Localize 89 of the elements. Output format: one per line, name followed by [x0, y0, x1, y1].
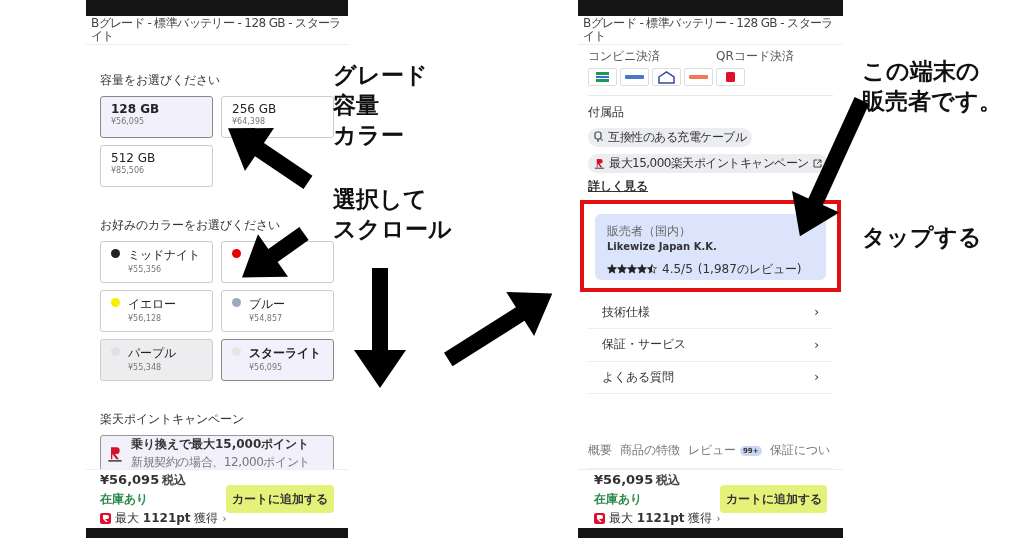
- payment-title: QRコード決済: [716, 48, 795, 65]
- star-icon: [607, 264, 617, 275]
- option-price: ¥55,356: [128, 265, 163, 274]
- option-price: ¥56,128: [128, 314, 163, 323]
- point-icon: [594, 157, 605, 169]
- section-title: 容量をお選びください: [100, 72, 221, 89]
- chevron: ›: [814, 337, 819, 352]
- link-label: 技術仕様: [602, 303, 650, 321]
- campaign-note: 新規契約の場合、12,000ポイント: [131, 454, 310, 469]
- option-label: スターライト: [249, 345, 321, 362]
- option-label: ブルー: [249, 296, 285, 313]
- point-icon: [594, 512, 605, 524]
- annotation-text: タップする: [862, 223, 982, 252]
- payment-icon: [588, 68, 617, 86]
- option-label: 256 GB: [232, 102, 277, 116]
- price: ¥56,095: [594, 471, 654, 487]
- star-icon: [617, 264, 627, 275]
- seller-card[interactable]: 販売者（国内） Likewize Japan K.K. 4.5/5 (1,987のレビュー): [595, 213, 826, 280]
- payment-icon: [716, 68, 745, 86]
- menu-link[interactable]: よくある質問 ›: [588, 361, 833, 394]
- payment-icon: [652, 68, 681, 86]
- seller-name: Likewize Japan K.K.: [607, 240, 718, 252]
- stock-status: 在庫あり: [594, 490, 643, 508]
- review-count: (1,987のレビュー): [697, 260, 802, 278]
- external-link-icon: [813, 158, 822, 168]
- point-icon: [107, 445, 123, 462]
- option-price: ¥56,095: [111, 117, 146, 126]
- section-title: お好みのカラーをお選びください: [100, 217, 281, 234]
- color-option[interactable]: ブルー ¥54,857: [221, 290, 334, 332]
- accessory-chip[interactable]: 最大15,000楽天ポイントキャンペーン: [588, 153, 828, 173]
- point-icon: [100, 512, 111, 524]
- annotation-text: 容量: [333, 91, 380, 120]
- annotation-text: グレード: [333, 61, 428, 90]
- annotation-text: スクロール: [333, 215, 452, 244]
- menu-link[interactable]: 技術仕様 ›: [588, 296, 833, 330]
- color-option[interactable]: スターライト ¥56,095: [221, 339, 334, 381]
- option-label: 128 GB: [111, 102, 160, 116]
- chevron[interactable]: ›: [716, 512, 721, 524]
- option-label: ミッドナイト: [128, 247, 200, 264]
- option-label: 512 GB: [111, 151, 156, 165]
- option-price: ¥56,095: [249, 363, 284, 372]
- points-text: 最大 1121pt 獲得: [609, 509, 713, 527]
- capacity-option[interactable]: 128 GB ¥56,095: [100, 96, 213, 138]
- points-text: 最大 1121pt 獲得: [115, 509, 219, 527]
- product-header: Bグレード - 標準バッテリー - 128 GB - スターライト: [86, 16, 348, 45]
- annotation-text: カラー: [333, 121, 405, 150]
- capacity-option[interactable]: 256 GB ¥64,398: [221, 96, 334, 138]
- tab[interactable]: 概要: [588, 443, 612, 458]
- add-to-cart-button[interactable]: カートに追加する: [720, 485, 827, 513]
- option-price: ¥85,506: [111, 166, 146, 175]
- link-label: よくある質問: [602, 368, 674, 386]
- option-price: ¥55,348: [128, 363, 163, 372]
- capacity-option[interactable]: 512 GB ¥85,506: [100, 145, 213, 187]
- payment-icon: [620, 68, 649, 86]
- section-title: 楽天ポイントキャンペーン: [100, 411, 245, 428]
- price: ¥56,095: [100, 471, 160, 487]
- star-icon: [647, 264, 657, 275]
- tax-label: 税込: [162, 471, 187, 489]
- tab[interactable]: 保証につい: [769, 443, 830, 458]
- seller-caption: 販売者（国内）: [607, 222, 692, 240]
- add-to-cart-button[interactable]: カートに追加する: [226, 485, 334, 513]
- annotation-text: 選択して: [333, 185, 428, 214]
- campaign-card[interactable]: 乗り換えで最大15,000ポイント 新規契約の場合、12,000ポイント: [100, 435, 334, 469]
- menu-link[interactable]: 保証・サービス ›: [588, 329, 833, 362]
- product-header: Bグレード - 標準バッテリー - 128 GB - スターライト: [578, 16, 843, 45]
- chevron: ›: [814, 370, 819, 385]
- link-label: 保証・サービス: [602, 336, 686, 354]
- option-price: ¥54,857: [249, 314, 284, 323]
- option-label: パープル: [128, 345, 176, 362]
- accessory-chip[interactable]: 互換性のある充電ケーブル: [588, 127, 752, 147]
- option-label: イエロー: [128, 296, 176, 313]
- annotation-text: この端末の: [862, 57, 981, 86]
- payment-title: コンビニ決済: [588, 48, 661, 65]
- payment-icon: [684, 68, 713, 86]
- tab[interactable]: 商品の特徴: [620, 443, 680, 458]
- color-option[interactable]: ミッドナイト ¥55,356: [100, 241, 213, 283]
- star-icon: [637, 264, 647, 275]
- star-icon: [627, 264, 637, 275]
- section-title: 付属品: [588, 103, 625, 121]
- color-option[interactable]: イエロー ¥56,128: [100, 290, 213, 332]
- more-link[interactable]: 詳しく見る: [588, 177, 648, 195]
- campaign-headline: 乗り換えで最大15,000ポイント: [131, 436, 310, 453]
- stock-status: 在庫あり: [100, 490, 149, 508]
- tax-label: 税込: [656, 471, 681, 489]
- chevron: ›: [814, 305, 819, 320]
- chevron[interactable]: ›: [222, 512, 227, 524]
- option-price: ¥64,398: [232, 117, 267, 126]
- cable-icon: [594, 131, 604, 144]
- rating-score: 4.5/5: [662, 262, 693, 277]
